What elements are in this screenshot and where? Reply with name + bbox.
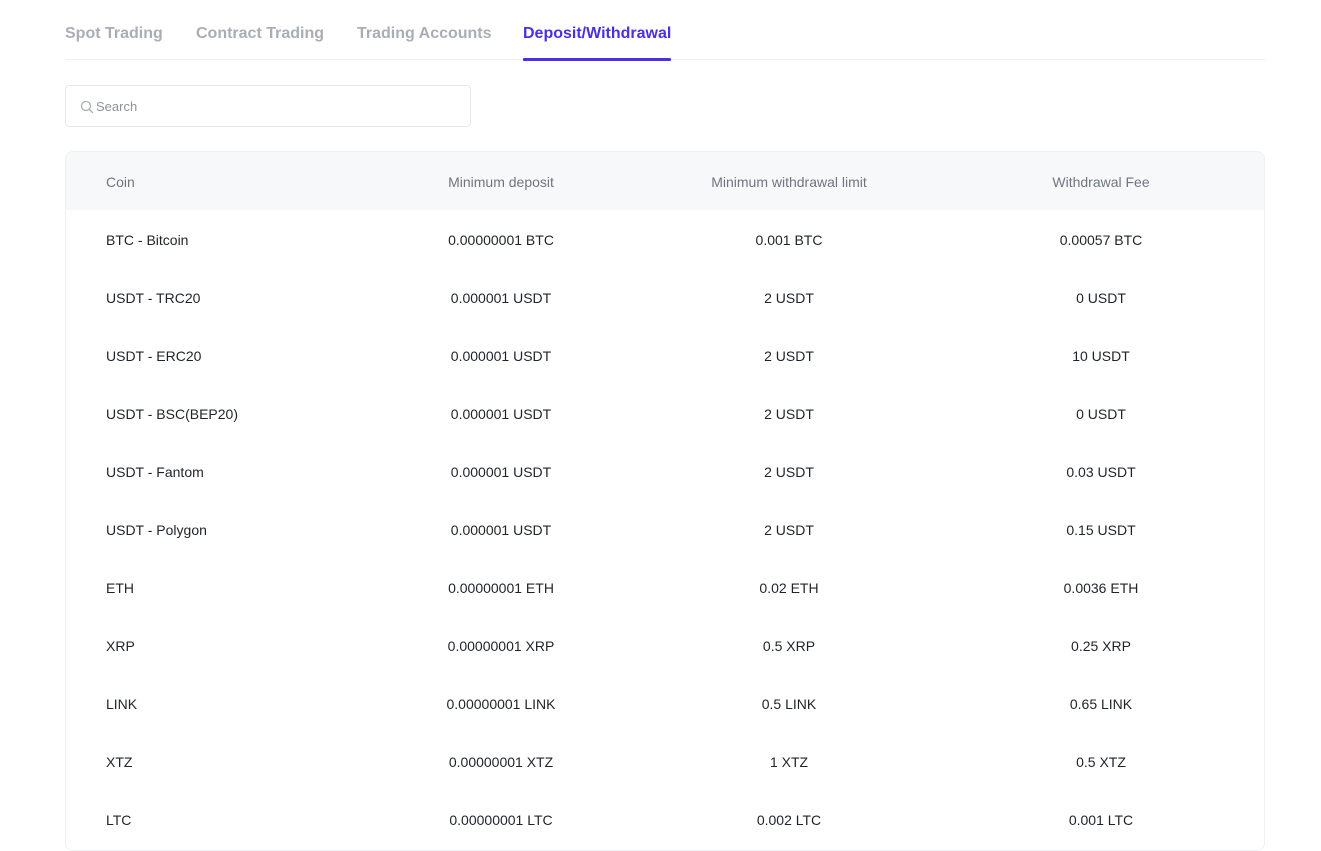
cell-coin: XRP [106,638,135,654]
cell-minimum-deposit: 0.00000001 ETH [448,580,554,596]
cell-withdrawal-fee: 0.15 USDT [1066,522,1136,538]
cell-minimum-deposit: 0.000001 USDT [450,406,552,422]
cell-minimum-withdrawal-limit: 2 USDT [764,406,814,422]
table-row: LINK 0.00000001 LINK 0.5 LINK 0.65 LINK [66,674,1264,732]
table-header: Coin Minimum deposit Minimum withdrawal … [66,152,1264,210]
tab-deposit-withdrawal[interactable]: Deposit/Withdrawal [523,0,672,61]
cell-withdrawal-fee: 0.0036 ETH [1063,580,1139,596]
cell-coin: XTZ [106,754,133,770]
cell-minimum-deposit: 0.000001 USDT [450,290,552,306]
cell-withdrawal-fee: 0.03 USDT [1066,464,1136,480]
table-row: USDT - Polygon 0.000001 USDT 2 USDT 0.15 US… [66,500,1264,558]
tab-contract-trading[interactable]: Contract Trading [196,0,324,60]
cell-withdrawal-fee: 0.001 LTC [1068,812,1134,828]
cell-withdrawal-fee: 0.65 LINK [1069,696,1133,712]
cell-coin: BTC - Bitcoin [106,232,189,248]
cell-minimum-deposit: 0.000001 USDT [450,348,552,364]
table-row: USDT - Fantom 0.000001 USDT 2 USDT 0.03 USD… [66,442,1264,500]
cell-coin: ETH [106,580,134,596]
cell-minimum-withdrawal-limit: 2 USDT [764,290,814,306]
cell-coin: USDT - Fantom [106,464,204,480]
header-minimum-withdrawal-limit: Minimum withdrawal limit [711,174,867,190]
table-row: USDT - TRC20 0.000001 USDT 2 USDT 0 USDT [66,268,1264,326]
cell-withdrawal-fee: 0.00057 BTC [1059,232,1143,248]
cell-withdrawal-fee: 10 USDT [1072,348,1130,364]
cell-minimum-deposit: 0.000001 USDT [450,522,552,538]
cell-coin: LINK [106,696,138,712]
cell-minimum-deposit: 0.000001 USDT [450,464,552,480]
tab-bar: Spot Trading Contract Trading Trading Ac… [65,0,1265,61]
cell-withdrawal-fee: 0.25 XRP [1071,638,1131,654]
cell-coin: USDT - Polygon [106,522,207,538]
table-row: USDT - BSC(BEP20) 0.000001 USDT 2 USDT 0 US… [66,384,1264,442]
table-row: XTZ 0.00000001 XTZ 1 XTZ 0.5 XTZ [66,732,1264,790]
tab-trading-accounts[interactable]: Trading Accounts [357,0,492,60]
cell-minimum-withdrawal-limit: 2 USDT [764,464,814,480]
table-row: XRP 0.00000001 XRP 0.5 XRP 0.25 XRP [66,616,1264,674]
cell-minimum-deposit: 0.00000001 LTC [449,812,553,828]
cell-coin: USDT - TRC20 [106,290,201,306]
cell-minimum-deposit: 0.00000001 XRP [447,638,555,654]
cell-minimum-withdrawal-limit: 0.5 XRP [762,638,816,654]
cell-minimum-withdrawal-limit: 2 USDT [764,348,814,364]
fees-table: Coin Minimum deposit Minimum withdrawal … [65,151,1265,851]
cell-coin: USDT - ERC20 [106,348,202,364]
cell-minimum-withdrawal-limit: 0.5 LINK [761,696,817,712]
cell-coin: LTC [106,812,132,828]
table-row: LTC 0.00000001 LTC 0.002 LTC 0.001 LTC [66,790,1264,848]
cell-withdrawal-fee: 0 USDT [1076,406,1126,422]
table-row: USDT - ERC20 0.000001 USDT 2 USDT 10 USDT [66,326,1264,384]
cell-minimum-deposit: 0.00000001 BTC [448,232,554,248]
cell-minimum-withdrawal-limit: 2 USDT [764,522,814,538]
cell-minimum-withdrawal-limit: 1 XTZ [769,754,809,770]
search-input[interactable] [96,86,456,126]
search-box [65,85,471,127]
table-row: BTC - Bitcoin 0.00000001 BTC 0.001 BTC 0.00… [66,210,1264,268]
cell-minimum-withdrawal-limit: 0.02 ETH [759,580,819,596]
cell-minimum-deposit: 0.00000001 LINK [446,696,556,712]
cell-coin: USDT - BSC(BEP20) [106,406,238,422]
tab-spot-trading[interactable]: Spot Trading [65,0,163,60]
cell-withdrawal-fee: 0 USDT [1076,290,1126,306]
cell-minimum-deposit: 0.00000001 XTZ [448,754,554,770]
cell-withdrawal-fee: 0.5 XTZ [1076,754,1126,770]
cell-minimum-withdrawal-limit: 0.002 LTC [756,812,822,828]
header-coin: Coin [106,174,135,190]
table-row: ETH 0.00000001 ETH 0.02 ETH 0.0036 ETH [66,558,1264,616]
search-icon [80,100,94,114]
header-minimum-deposit: Minimum deposit [448,174,554,190]
cell-minimum-withdrawal-limit: 0.001 BTC [755,232,823,248]
header-withdrawal-fee: Withdrawal Fee [1052,174,1150,190]
